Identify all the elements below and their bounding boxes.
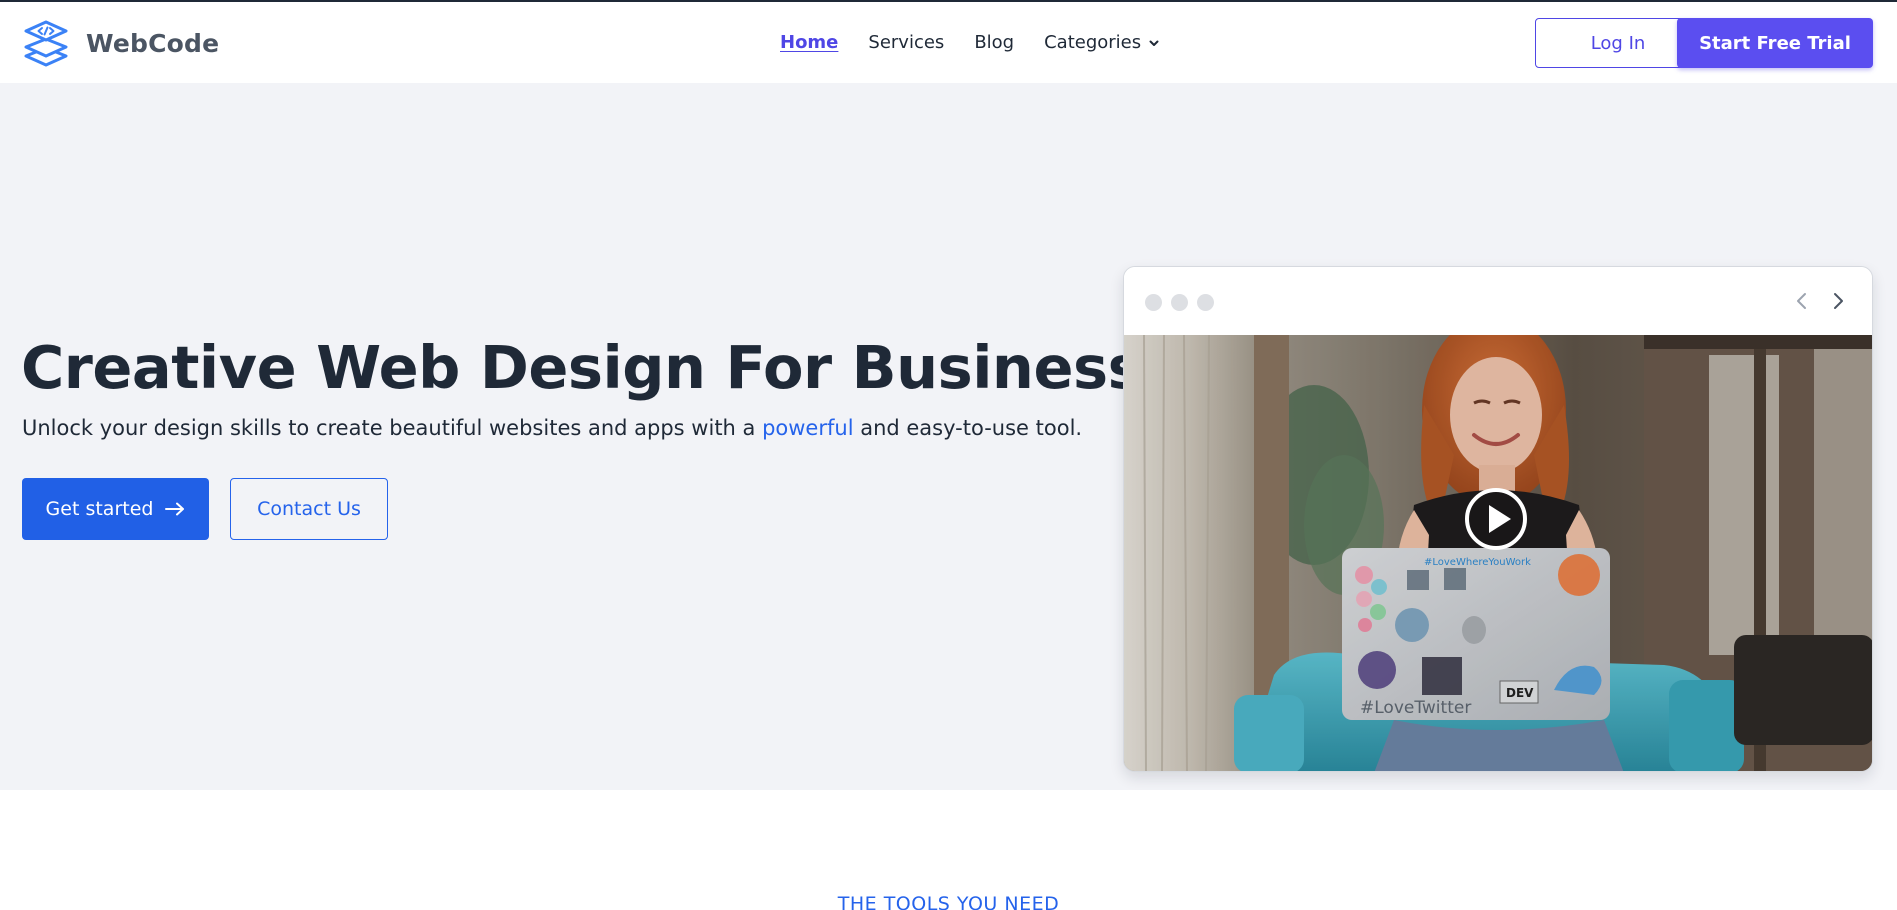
play-icon[interactable]	[1464, 487, 1528, 551]
video-thumbnail[interactable]: #LoveWhereYouWork #LoveTwitter DEV	[1124, 335, 1872, 771]
hero-subtitle: Unlock your design skills to create beau…	[22, 416, 1082, 440]
chevron-right-icon[interactable]	[1826, 289, 1850, 313]
hero-section: Creative Web Design For Businesses Unloc…	[0, 83, 1897, 790]
brand-logo-link[interactable]: WebCode	[20, 18, 219, 68]
nav-item-home[interactable]: Home	[780, 32, 838, 53]
brand-name: WebCode	[86, 28, 220, 58]
get-started-button[interactable]: Get started	[22, 478, 209, 540]
main-nav: Home Services Blog Categories	[780, 32, 1190, 53]
hero-subtitle-end: and easy-to-use tool.	[853, 416, 1083, 440]
section-eyebrow: THE TOOLS YOU NEED	[837, 893, 1060, 910]
window-dot-icon	[1171, 294, 1188, 311]
woman-with-laptop-image: #LoveWhereYouWork #LoveTwitter DEV	[1124, 335, 1872, 771]
window-dot-icon	[1145, 294, 1162, 311]
nav-item-services[interactable]: Services	[868, 32, 944, 53]
contact-us-button[interactable]: Contact Us	[230, 478, 388, 540]
nav-item-blog[interactable]: Blog	[974, 32, 1014, 53]
start-free-trial-button[interactable]: Start Free Trial	[1677, 18, 1873, 68]
chevron-down-icon	[1149, 40, 1159, 46]
layers-code-icon	[24, 20, 68, 67]
site-header: WebCode Home Services Blog Categories Lo…	[0, 2, 1897, 83]
arrow-right-icon	[165, 502, 185, 516]
window-dot-icon	[1197, 294, 1214, 311]
hero-title: Creative Web Design For Businesses	[21, 333, 1217, 402]
nav-item-categories[interactable]: Categories	[1044, 32, 1160, 53]
browser-mockup: #LoveWhereYouWork #LoveTwitter DEV	[1123, 266, 1873, 772]
nav-item-categories-label: Categories	[1044, 32, 1142, 53]
get-started-label: Get started	[45, 498, 154, 520]
hero-subtitle-highlight: powerful	[762, 416, 854, 440]
chevron-left-icon[interactable]	[1790, 289, 1814, 313]
mockup-titlebar	[1124, 267, 1872, 335]
tools-section: THE TOOLS YOU NEED	[0, 790, 1897, 910]
hero-subtitle-start: Unlock your design skills to create beau…	[22, 416, 763, 440]
